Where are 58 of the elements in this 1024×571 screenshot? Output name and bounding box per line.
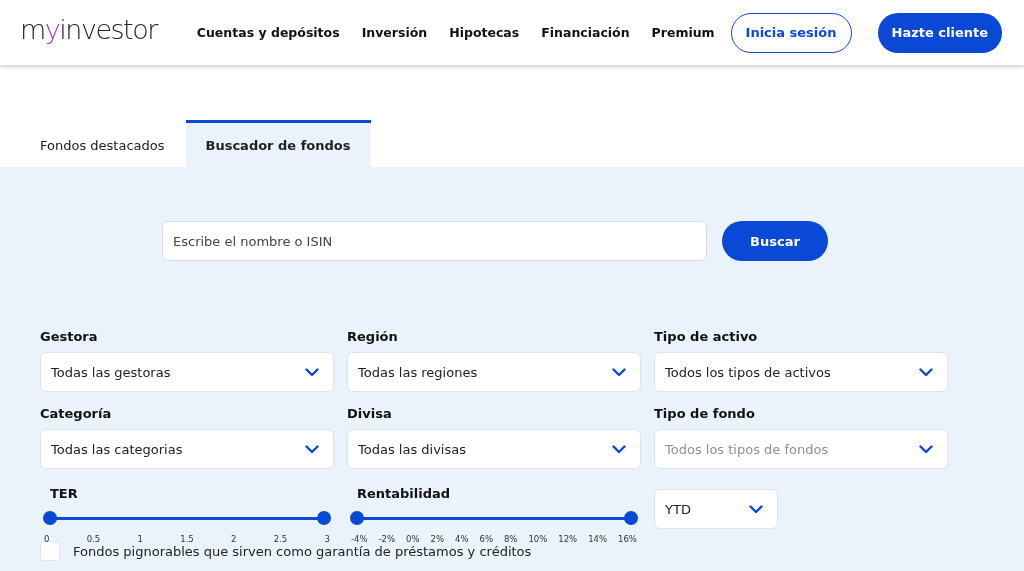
chevron-down-icon: [305, 367, 319, 377]
nav-link[interactable]: Premium: [651, 25, 715, 40]
dropdown[interactable]: Todas las categorias: [40, 429, 334, 469]
slider-label: TER: [50, 486, 78, 501]
nav-link[interactable]: Financiación: [541, 25, 630, 40]
filter-label: Categoría: [40, 406, 113, 421]
chevron-down-icon: [919, 444, 933, 454]
filter-label: Tipo de activo: [654, 329, 759, 344]
dropdown[interactable]: Todas las regiones: [347, 352, 641, 392]
login-button[interactable]: Inicia sesión: [730, 12, 852, 53]
tick-label: 16%: [618, 534, 637, 544]
filter-label: Divisa: [347, 406, 393, 421]
tick-label: 1.5: [180, 534, 194, 544]
slider-handle[interactable]: [43, 511, 57, 525]
logo[interactable]: myinvestor: [20, 14, 157, 45]
tick-label: 0.5: [86, 534, 101, 544]
signup-button[interactable]: Hazte cliente: [877, 12, 1002, 53]
tick-label: 2: [231, 534, 237, 544]
dropdown[interactable]: Todas las gestoras: [40, 352, 334, 392]
tick-label: 0: [44, 534, 50, 544]
checkbox[interactable]: [40, 541, 60, 561]
tick-label: 8%: [503, 534, 518, 544]
checkbox-label: Fondos pignorables que sirven como garantía de préstamos y créditos: [73, 543, 532, 559]
tick-label: 1: [137, 534, 143, 544]
search-button[interactable]: Buscar: [722, 221, 828, 261]
slider-handle[interactable]: [317, 511, 331, 525]
chevron-down-icon: [305, 444, 319, 454]
search-field[interactable]: Escribe el nombre o ISIN: [162, 221, 707, 261]
filter-label: Gestora: [40, 329, 99, 344]
range-slider[interactable]: [43, 512, 331, 525]
chevron-down-icon: [612, 367, 626, 377]
tick-label: -4%: [351, 534, 368, 544]
filter-label: Tipo de fondo: [654, 406, 756, 421]
tick-label: 0%: [406, 534, 420, 544]
chevron-down-icon: [749, 504, 763, 514]
tick-label: 2.5: [273, 534, 288, 544]
tick-label: 10%: [528, 534, 548, 544]
nav-link[interactable]: Cuentas y depósitos: [196, 25, 340, 40]
tick-label: -2%: [378, 534, 396, 544]
chevron-down-icon: [919, 367, 933, 377]
chevron-down-icon: [612, 444, 626, 454]
tab[interactable]: Buscador de fondos: [185, 120, 371, 167]
tick-label: 3: [324, 534, 330, 544]
filter-label: Región: [347, 329, 399, 344]
dropdown[interactable]: Todas las divisas: [347, 429, 641, 469]
nav-link[interactable]: Hipotecas: [449, 25, 520, 40]
slider-handle[interactable]: [350, 511, 364, 525]
tick-label: 4%: [455, 534, 469, 544]
tick-label: 14%: [588, 534, 608, 544]
tick-label: 12%: [558, 534, 578, 544]
tick-label: 6%: [479, 534, 493, 544]
tick-label: 2%: [430, 534, 445, 544]
range-slider[interactable]: [350, 512, 638, 525]
period-dropdown[interactable]: YTD: [654, 489, 778, 529]
slider-label: Rentabilidad: [357, 486, 451, 501]
slider-handle[interactable]: [624, 511, 638, 525]
dropdown[interactable]: Todos los tipos de activos: [654, 352, 948, 392]
nav-link[interactable]: Inversión: [361, 25, 428, 40]
